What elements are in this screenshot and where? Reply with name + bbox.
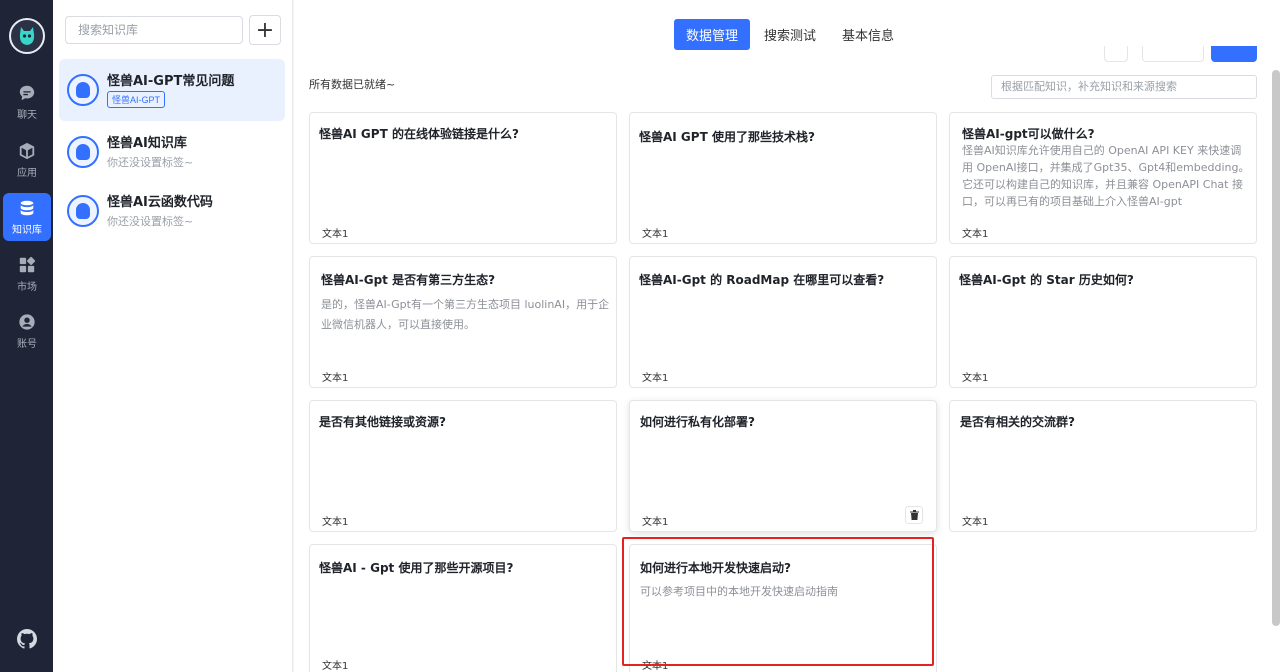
kb-avatar	[67, 195, 99, 227]
data-card[interactable]: 如何进行私有化部署? 文本1	[629, 400, 937, 532]
data-search-input[interactable]	[991, 75, 1257, 99]
nav-item-knowledge-base[interactable]: 知识库	[3, 193, 51, 241]
github-icon[interactable]	[17, 629, 37, 649]
left-nav: 聊天 应用 知识库 市场 账号	[0, 0, 53, 672]
card-source: 文本1	[322, 229, 349, 240]
card-question: 怪兽AI-Gpt 是否有第三方生态?	[321, 273, 496, 287]
data-card[interactable]: 如何进行本地开发快速启动? 可以参考项目中的本地开发快速启动指南 文本1	[629, 544, 937, 672]
card-answer: 可以参考项目中的本地开发快速启动指南	[640, 585, 838, 598]
nav-label: 市场	[17, 281, 37, 293]
data-card[interactable]: 怪兽AI - Gpt 使用了那些开源项目? 文本1	[309, 544, 617, 672]
nav-item-market[interactable]: 市场	[3, 250, 51, 298]
scrollbar[interactable]	[1272, 70, 1280, 626]
delete-button[interactable]	[905, 506, 923, 524]
kb-tag: 怪兽AI-GPT	[107, 91, 166, 108]
card-question: 怪兽AI-Gpt 的 RoadMap 在哪里可以查看?	[639, 273, 885, 287]
card-question: 怪兽AI-gpt可以做什么?	[962, 127, 1095, 141]
card-question: 怪兽AI GPT 的在线体验链接是什么?	[319, 127, 519, 141]
monster-icon	[76, 144, 90, 160]
kb-avatar	[67, 74, 99, 106]
app-logo[interactable]	[9, 18, 45, 54]
monster-icon	[76, 203, 90, 219]
card-question: 怪兽AI - Gpt 使用了那些开源项目?	[319, 561, 514, 575]
logo-icon	[19, 27, 35, 45]
card-question: 如何进行本地开发快速启动?	[640, 561, 791, 575]
data-card[interactable]: 怪兽AI-gpt可以做什么? 怪兽AI知识库允许使用自己的 OpenAI API…	[949, 112, 1257, 244]
tab-data-management[interactable]: 数据管理	[674, 19, 751, 50]
status-text: 所有数据已就绪~	[309, 78, 396, 91]
kb-tag-placeholder: 你还没设置标签~	[107, 156, 194, 169]
tab-basic-info[interactable]: 基本信息	[830, 19, 906, 50]
kb-name: 怪兽AI云函数代码	[107, 195, 213, 210]
card-question: 是否有其他链接或资源?	[319, 415, 446, 429]
kb-item[interactable]: 怪兽AI云函数代码 你还没设置标签~	[59, 180, 285, 242]
kb-search-input[interactable]	[65, 16, 243, 44]
card-question: 怪兽AI-Gpt 的 Star 历史如何?	[959, 273, 1134, 287]
card-source: 文本1	[642, 517, 669, 528]
data-card[interactable]: 怪兽AI GPT 的在线体验链接是什么? 文本1	[309, 112, 617, 244]
card-question: 如何进行私有化部署?	[640, 415, 755, 429]
card-answer: 是的，怪兽AI-Gpt有一个第三方生态项目 luolinAI，用于企业微信机器人…	[321, 298, 610, 331]
card-source: 文本1	[642, 661, 669, 672]
kb-avatar	[67, 136, 99, 168]
card-answer: 怪兽AI知识库允许使用自己的 OpenAI API KEY 来快速调用 Open…	[962, 144, 1250, 208]
card-question: 是否有相关的交流群?	[960, 415, 1075, 429]
card-source: 文本1	[642, 229, 669, 240]
data-card[interactable]: 怪兽AI-Gpt 是否有第三方生态? 是的，怪兽AI-Gpt有一个第三方生态项目…	[309, 256, 617, 388]
nav-label: 知识库	[12, 224, 42, 236]
toolbar-button-partial[interactable]	[1104, 46, 1128, 62]
card-source: 文本1	[322, 517, 349, 528]
card-source: 文本1	[322, 661, 349, 672]
nav-label: 应用	[17, 167, 37, 179]
kb-name: 怪兽AI知识库	[107, 136, 187, 151]
data-card[interactable]: 怪兽AI-Gpt 的 Star 历史如何? 文本1	[949, 256, 1257, 388]
nav-label: 聊天	[17, 109, 37, 121]
nav-label: 账号	[17, 338, 37, 350]
monster-icon	[76, 82, 90, 98]
kb-item[interactable]: 怪兽AI知识库 你还没设置标签~	[59, 121, 285, 183]
cube-icon	[19, 142, 35, 159]
card-source: 文本1	[642, 373, 669, 384]
kb-item[interactable]: 怪兽AI-GPT常见问题 怪兽AI-GPT	[59, 59, 285, 121]
card-source: 文本1	[962, 373, 989, 384]
data-card[interactable]: 怪兽AI-Gpt 的 RoadMap 在哪里可以查看? 文本1	[629, 256, 937, 388]
grid-icon	[19, 256, 36, 272]
card-source: 文本1	[962, 517, 989, 528]
user-icon	[19, 313, 35, 330]
data-card[interactable]: 是否有其他链接或资源? 文本1	[309, 400, 617, 532]
tab-bar: 数据管理 搜索测试 基本信息	[674, 19, 908, 50]
kb-tag-placeholder: 你还没设置标签~	[107, 215, 194, 228]
tab-search-test[interactable]: 搜索测试	[752, 19, 828, 50]
knowledge-base-panel: + 怪兽AI-GPT常见问题 怪兽AI-GPT 怪兽AI知识库 你还没设置标签~…	[53, 0, 293, 672]
nav-item-chat[interactable]: 聊天	[3, 78, 51, 126]
database-icon	[20, 200, 34, 215]
card-source: 文本1	[322, 373, 349, 384]
import-button-partial[interactable]	[1211, 46, 1257, 62]
card-source: 文本1	[962, 229, 989, 240]
kb-name: 怪兽AI-GPT常见问题	[107, 74, 235, 89]
nav-item-account[interactable]: 账号	[3, 307, 51, 355]
trash-icon	[909, 510, 919, 520]
data-card[interactable]: 怪兽AI GPT 使用了那些技术栈? 文本1	[629, 112, 937, 244]
nav-item-apps[interactable]: 应用	[3, 136, 51, 184]
main-content: 数据管理 搜索测试 基本信息 所有数据已就绪~ 怪兽AI GPT 的在线体验链接…	[294, 0, 1280, 672]
toolbar-button-partial[interactable]	[1142, 46, 1204, 62]
data-card[interactable]: 是否有相关的交流群? 文本1	[949, 400, 1257, 532]
chat-icon	[19, 85, 35, 100]
card-question: 怪兽AI GPT 使用了那些技术栈?	[639, 130, 815, 144]
add-kb-button[interactable]: +	[249, 15, 281, 45]
